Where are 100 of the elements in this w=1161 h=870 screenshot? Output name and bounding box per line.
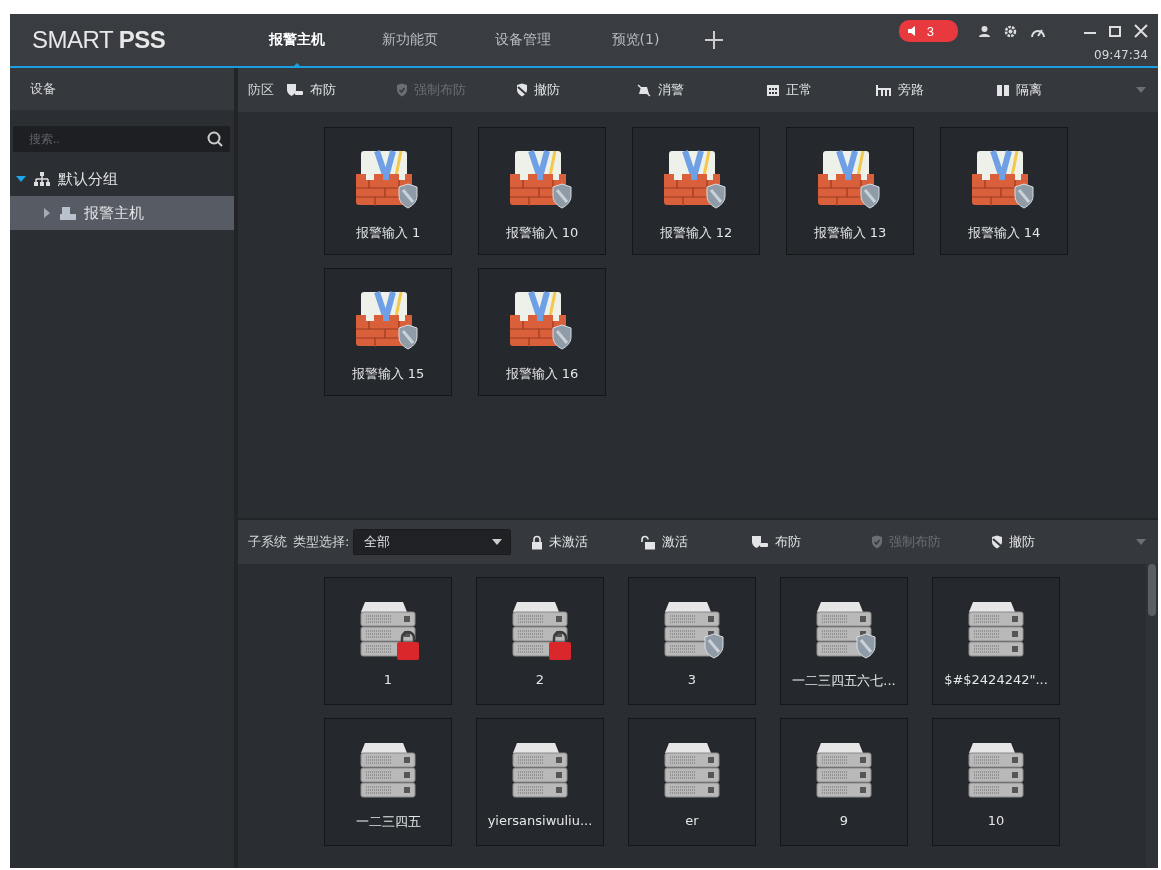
grid-icon [766, 83, 780, 97]
shield-icon [751, 535, 770, 549]
subsystem-tile[interactable]: 9 [780, 718, 908, 846]
search-field[interactable]: 搜索.. [13, 126, 230, 152]
shield-check-icon [396, 83, 408, 97]
hierarchy-icon [34, 172, 50, 186]
user-icon [978, 24, 991, 38]
toolbar-button[interactable]: 未激活 [531, 533, 642, 551]
shield-badge-icon [1014, 183, 1034, 209]
shield-slash-icon [991, 535, 1004, 549]
toolbar-button[interactable]: 旁路 [876, 81, 996, 99]
zone-tile[interactable]: 报警输入 10 [478, 127, 606, 255]
tab[interactable]: 新功能页 [353, 14, 466, 66]
toolbar-label: 子系统 [248, 533, 287, 551]
server-icon [512, 743, 568, 798]
maximize-icon [1108, 24, 1122, 38]
settings-icon [1003, 23, 1018, 39]
brick-wall-map-icon [355, 291, 413, 348]
tile-label: 报警输入 13 [813, 224, 887, 242]
toolbar-button[interactable]: 激活 [641, 533, 752, 551]
tab[interactable]: 预览(1) [579, 14, 692, 66]
toolbar-button[interactable]: 撤防 [516, 81, 636, 99]
server-icon [360, 602, 416, 657]
close-button[interactable] [1134, 24, 1148, 38]
clock: 09:47:34 [1094, 48, 1148, 62]
subsystem-tile[interactable]: 10 [932, 718, 1060, 846]
tile-label: 报警输入 1 [355, 224, 421, 242]
server-icon [360, 743, 416, 798]
zone-tile[interactable]: 报警输入 14 [940, 127, 1068, 255]
subsystem-tile[interactable]: 1 [324, 577, 452, 705]
subsystem-tile[interactable]: er [628, 718, 756, 846]
shield-badge-icon [860, 183, 880, 209]
user-button[interactable] [978, 24, 991, 38]
zone-tile[interactable]: 报警输入 15 [324, 268, 452, 396]
device-icon [60, 206, 76, 220]
brick-wall-map-icon [817, 150, 875, 207]
tile-label: 报警输入 15 [351, 365, 425, 383]
shield-badge-icon [706, 183, 726, 209]
padlock-icon [549, 630, 571, 660]
tile-label: $#$2424242"... [944, 672, 1048, 687]
tile-label: 报警输入 10 [505, 224, 579, 242]
unlock-icon [641, 534, 657, 550]
dropdown-caret-icon [492, 539, 503, 545]
brick-wall-map-icon [355, 150, 413, 207]
server-icon [816, 743, 872, 798]
alarm-badge[interactable]: 3 [898, 20, 958, 42]
collapsed-arrow-icon[interactable] [42, 208, 52, 218]
server-icon [664, 743, 720, 798]
subsystem-tile[interactable]: 3 [628, 577, 756, 705]
bypass-icon [876, 83, 892, 97]
server-icon [512, 602, 568, 657]
sidebar-header: 设备 [10, 68, 234, 110]
toolbar-button[interactable]: 隔离 [996, 81, 1106, 99]
server-icon [968, 743, 1024, 798]
zone-tile[interactable]: 报警输入 16 [478, 268, 606, 396]
subsystem-tile[interactable]: 一二三四五六七... [780, 577, 908, 705]
shield-slash-icon [516, 83, 528, 97]
tree-item[interactable]: 默认分组 [10, 162, 234, 196]
tile-label: 3 [687, 672, 697, 687]
brick-wall-map-icon [663, 150, 721, 207]
tile-label: yiersansiwuliu... [487, 813, 593, 828]
lock-icon [531, 534, 544, 550]
subsystem-tile[interactable]: $#$2424242"... [932, 577, 1060, 705]
maximize-button[interactable] [1108, 24, 1122, 38]
server-icon [664, 602, 720, 657]
shield-badge-icon [704, 633, 724, 659]
search-icon [207, 131, 223, 147]
tile-label: 一二三四五 [355, 813, 421, 831]
toolbar-button[interactable]: 撤防 [991, 533, 1102, 551]
brick-wall-map-icon [509, 150, 567, 207]
minimize-icon [1084, 32, 1096, 34]
shield-badge-icon [856, 633, 876, 659]
settings-button[interactable] [1003, 23, 1018, 39]
tree-item[interactable]: 报警主机 [10, 196, 234, 230]
subsystem-tile[interactable]: yiersansiwuliu... [476, 718, 604, 846]
tile-label: 9 [839, 813, 849, 828]
subsystem-tile[interactable]: 一二三四五 [324, 718, 452, 846]
bell-slash-icon [636, 83, 652, 97]
type-select[interactable]: 全部 [353, 529, 512, 555]
subsystem-tile[interactable]: 2 [476, 577, 604, 705]
tab[interactable]: 设备管理 [466, 14, 579, 66]
shield-badge-icon [552, 324, 572, 350]
tile-label: 10 [987, 813, 1005, 828]
app-logo: SMART PSS [31, 25, 167, 55]
toolbar-button[interactable]: 布防 [751, 533, 872, 551]
padlock-icon [397, 630, 419, 660]
tile-label: 1 [383, 672, 393, 687]
expanded-arrow-icon[interactable] [16, 174, 26, 184]
zone-tile[interactable]: 报警输入 12 [632, 127, 760, 255]
tile-label: er [685, 813, 699, 828]
scrollbar-thumb[interactable] [1148, 564, 1156, 616]
tile-label: 一二三四五六七... [792, 672, 896, 690]
tile-label: 2 [535, 672, 545, 687]
zone-tile[interactable]: 报警输入 1 [324, 127, 452, 255]
type-filter-label: 类型选择: [293, 533, 350, 551]
tile-label: 报警输入 16 [505, 365, 579, 383]
toolbar-button[interactable]: 消警 [636, 81, 766, 99]
toolbar-button[interactable]: 布防 [286, 81, 396, 99]
zone-tile[interactable]: 报警输入 13 [786, 127, 914, 255]
toolbar-button[interactable]: 正常 [766, 81, 876, 99]
